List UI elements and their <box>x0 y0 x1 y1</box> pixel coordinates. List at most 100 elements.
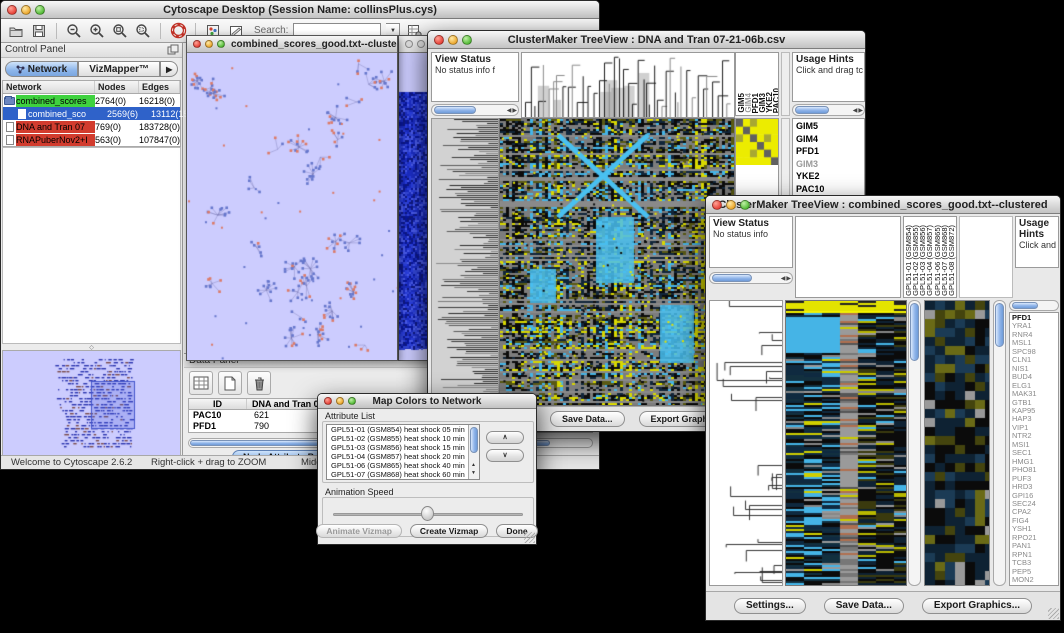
id-column-header[interactable]: ID <box>189 399 247 409</box>
gene-label[interactable]: FIG4 <box>1012 517 1058 525</box>
resize-grip[interactable] <box>524 532 535 543</box>
close-button[interactable] <box>434 35 444 45</box>
minimize-button[interactable] <box>21 5 31 15</box>
usage-hints-hscrollbar[interactable]: ◀▶ <box>792 104 865 116</box>
gene-label[interactable]: RPO21 <box>1012 534 1058 542</box>
speed-slider-thumb[interactable] <box>421 506 434 521</box>
view-status-hscrollbar[interactable]: ◀▶ <box>431 104 519 116</box>
gene-label[interactable]: HAP3 <box>1012 415 1058 423</box>
gene-label[interactable]: ELG1 <box>1012 382 1058 390</box>
zoom-fit-icon[interactable] <box>111 22 129 40</box>
main-titlebar[interactable]: Cytoscape Desktop (Session Name: collins… <box>1 1 599 19</box>
gene-label[interactable]: NTR2 <box>1012 432 1058 440</box>
gene-label[interactable]: PUF3 <box>1012 475 1058 483</box>
zoom-vscrollbar[interactable] <box>993 300 1006 586</box>
treeview-button[interactable]: Settings... <box>734 598 806 614</box>
gene-label[interactable]: YKE2 <box>796 170 864 183</box>
tab-network[interactable]: Network <box>5 61 78 77</box>
zoom-button[interactable] <box>348 397 356 405</box>
select-attributes-icon[interactable] <box>189 371 213 395</box>
gene-label[interactable]: YRA1 <box>1012 322 1058 330</box>
minimize-button[interactable] <box>448 35 458 45</box>
delete-attribute-icon[interactable] <box>247 371 271 395</box>
gene-label[interactable]: RPN1 <box>1012 551 1058 559</box>
gene-label[interactable]: GIM4 <box>796 133 864 146</box>
birdseye-overview-canvas[interactable] <box>2 350 181 456</box>
column-label-scrollbar[interactable] <box>781 52 790 116</box>
treeview1-titlebar[interactable]: ClusterMaker TreeView : DNA and Tran 07-… <box>428 31 865 49</box>
close-button[interactable] <box>193 40 201 48</box>
gene-label[interactable]: HMG1 <box>1012 458 1058 466</box>
column-label[interactable]: GPL51-08 (GSM872) <box>948 225 955 296</box>
attribute-item[interactable]: GPL51-07 (GSM868) heat shock 60 min <box>329 470 479 479</box>
gene-list-hscrollbar[interactable] <box>1009 300 1059 311</box>
close-button[interactable] <box>324 397 332 405</box>
gene-label[interactable]: PFD1 <box>1012 314 1058 322</box>
gene-label[interactable]: PAN1 <box>1012 542 1058 550</box>
close-button[interactable] <box>7 5 17 15</box>
gene-label[interactable]: CLN1 <box>1012 356 1058 364</box>
more-tabs-button[interactable]: ▶ <box>160 61 178 77</box>
view-status-hscrollbar[interactable]: ◀▶ <box>709 272 793 284</box>
treeview-button[interactable]: Save Data... <box>824 598 904 614</box>
dialog-button[interactable]: Create Vizmap <box>410 524 488 538</box>
treeview-button[interactable]: Save Data... <box>550 411 625 427</box>
col-header-network[interactable]: Network <box>3 81 95 93</box>
correlation-mini-heatmap-canvas[interactable] <box>736 119 778 165</box>
row-dendrogram-canvas[interactable] <box>431 118 499 406</box>
gene-label[interactable]: MSL1 <box>1012 339 1058 347</box>
gene-label[interactable]: GIM3 <box>796 158 864 171</box>
network-window1-titlebar[interactable]: combined_scores_good.txt--cluste... <box>187 36 397 53</box>
gene-label[interactable]: GPI16 <box>1012 492 1058 500</box>
col-header-edges[interactable]: Edges <box>139 81 180 93</box>
gene-label[interactable]: GIM5 <box>796 120 864 133</box>
gene-label[interactable]: RNR4 <box>1012 331 1058 339</box>
zoom-button[interactable] <box>740 200 750 210</box>
gene-label[interactable]: GTB1 <box>1012 399 1058 407</box>
gene-label[interactable]: SEC1 <box>1012 449 1058 457</box>
attribute-item[interactable]: GPL51-06 (GSM865) heat shock 40 min <box>329 461 479 470</box>
treeview2-titlebar[interactable]: ClusterMaker TreeView : combined_scores_… <box>706 196 1060 214</box>
gene-label[interactable]: SPC98 <box>1012 348 1058 356</box>
network-canvas-1[interactable] <box>187 53 397 360</box>
gene-label[interactable]: MSI1 <box>1012 441 1058 449</box>
network-table-row[interactable]: combined_scores2764(0)16218(0) <box>3 94 180 107</box>
save-icon[interactable] <box>30 22 48 40</box>
treeview1-heatmap-canvas[interactable] <box>499 118 735 406</box>
col-header-nodes[interactable]: Nodes <box>95 81 139 93</box>
gene-label[interactable]: PFD1 <box>796 145 864 158</box>
network-table-row[interactable]: combined_sco2569(6)13112(15) <box>3 107 180 120</box>
attribute-item[interactable]: GPL51-01 (GSM854) heat shock 05 min <box>329 425 479 434</box>
zoom-button[interactable] <box>462 35 472 45</box>
treeview2-heatmap-canvas[interactable] <box>785 300 907 586</box>
gene-label[interactable]: MON2 <box>1012 576 1058 584</box>
network-table-row[interactable]: DNA and Tran 07769(0)183728(0) <box>3 120 180 133</box>
close-button[interactable] <box>712 200 722 210</box>
zoom-selected-icon[interactable] <box>134 22 152 40</box>
close-button[interactable] <box>405 40 413 48</box>
zoom-heatmap-canvas[interactable] <box>924 300 990 586</box>
gene-label[interactable]: HRD3 <box>1012 483 1058 491</box>
gene-label[interactable]: SEC24 <box>1012 500 1058 508</box>
attribute-list[interactable]: GPL51-01 (GSM854) heat shock 05 minGPL51… <box>326 424 480 480</box>
open-folder-icon[interactable] <box>7 22 25 40</box>
float-panel-icon[interactable] <box>167 44 179 56</box>
attribute-item[interactable]: GPL51-04 (GSM857) heat shock 20 min <box>329 452 479 461</box>
new-attribute-icon[interactable] <box>218 371 242 395</box>
zoom-button[interactable] <box>35 5 45 15</box>
minimize-button[interactable] <box>336 397 344 405</box>
treeview-button[interactable]: Export Graphics... <box>922 598 1032 614</box>
gene-label[interactable]: CPA2 <box>1012 508 1058 516</box>
attribute-item[interactable]: GPL51-02 (GSM855) heat shock 10 min <box>329 434 479 443</box>
gene-label[interactable]: TCB3 <box>1012 559 1058 567</box>
gene-label[interactable]: PHO81 <box>1012 466 1058 474</box>
resize-grip[interactable] <box>1048 608 1059 619</box>
minimize-button[interactable] <box>205 40 213 48</box>
gene-label[interactable]: BUD4 <box>1012 373 1058 381</box>
network-table-row[interactable]: RNAPuberNov2+I563(0)107847(0) <box>3 133 180 146</box>
gene-label[interactable]: PAC10 <box>796 183 864 196</box>
gene-label[interactable]: NIS1 <box>1012 365 1058 373</box>
zoom-in-icon[interactable] <box>88 22 106 40</box>
help-ring-icon[interactable] <box>169 22 187 40</box>
gene-label[interactable]: PEP5 <box>1012 568 1058 576</box>
